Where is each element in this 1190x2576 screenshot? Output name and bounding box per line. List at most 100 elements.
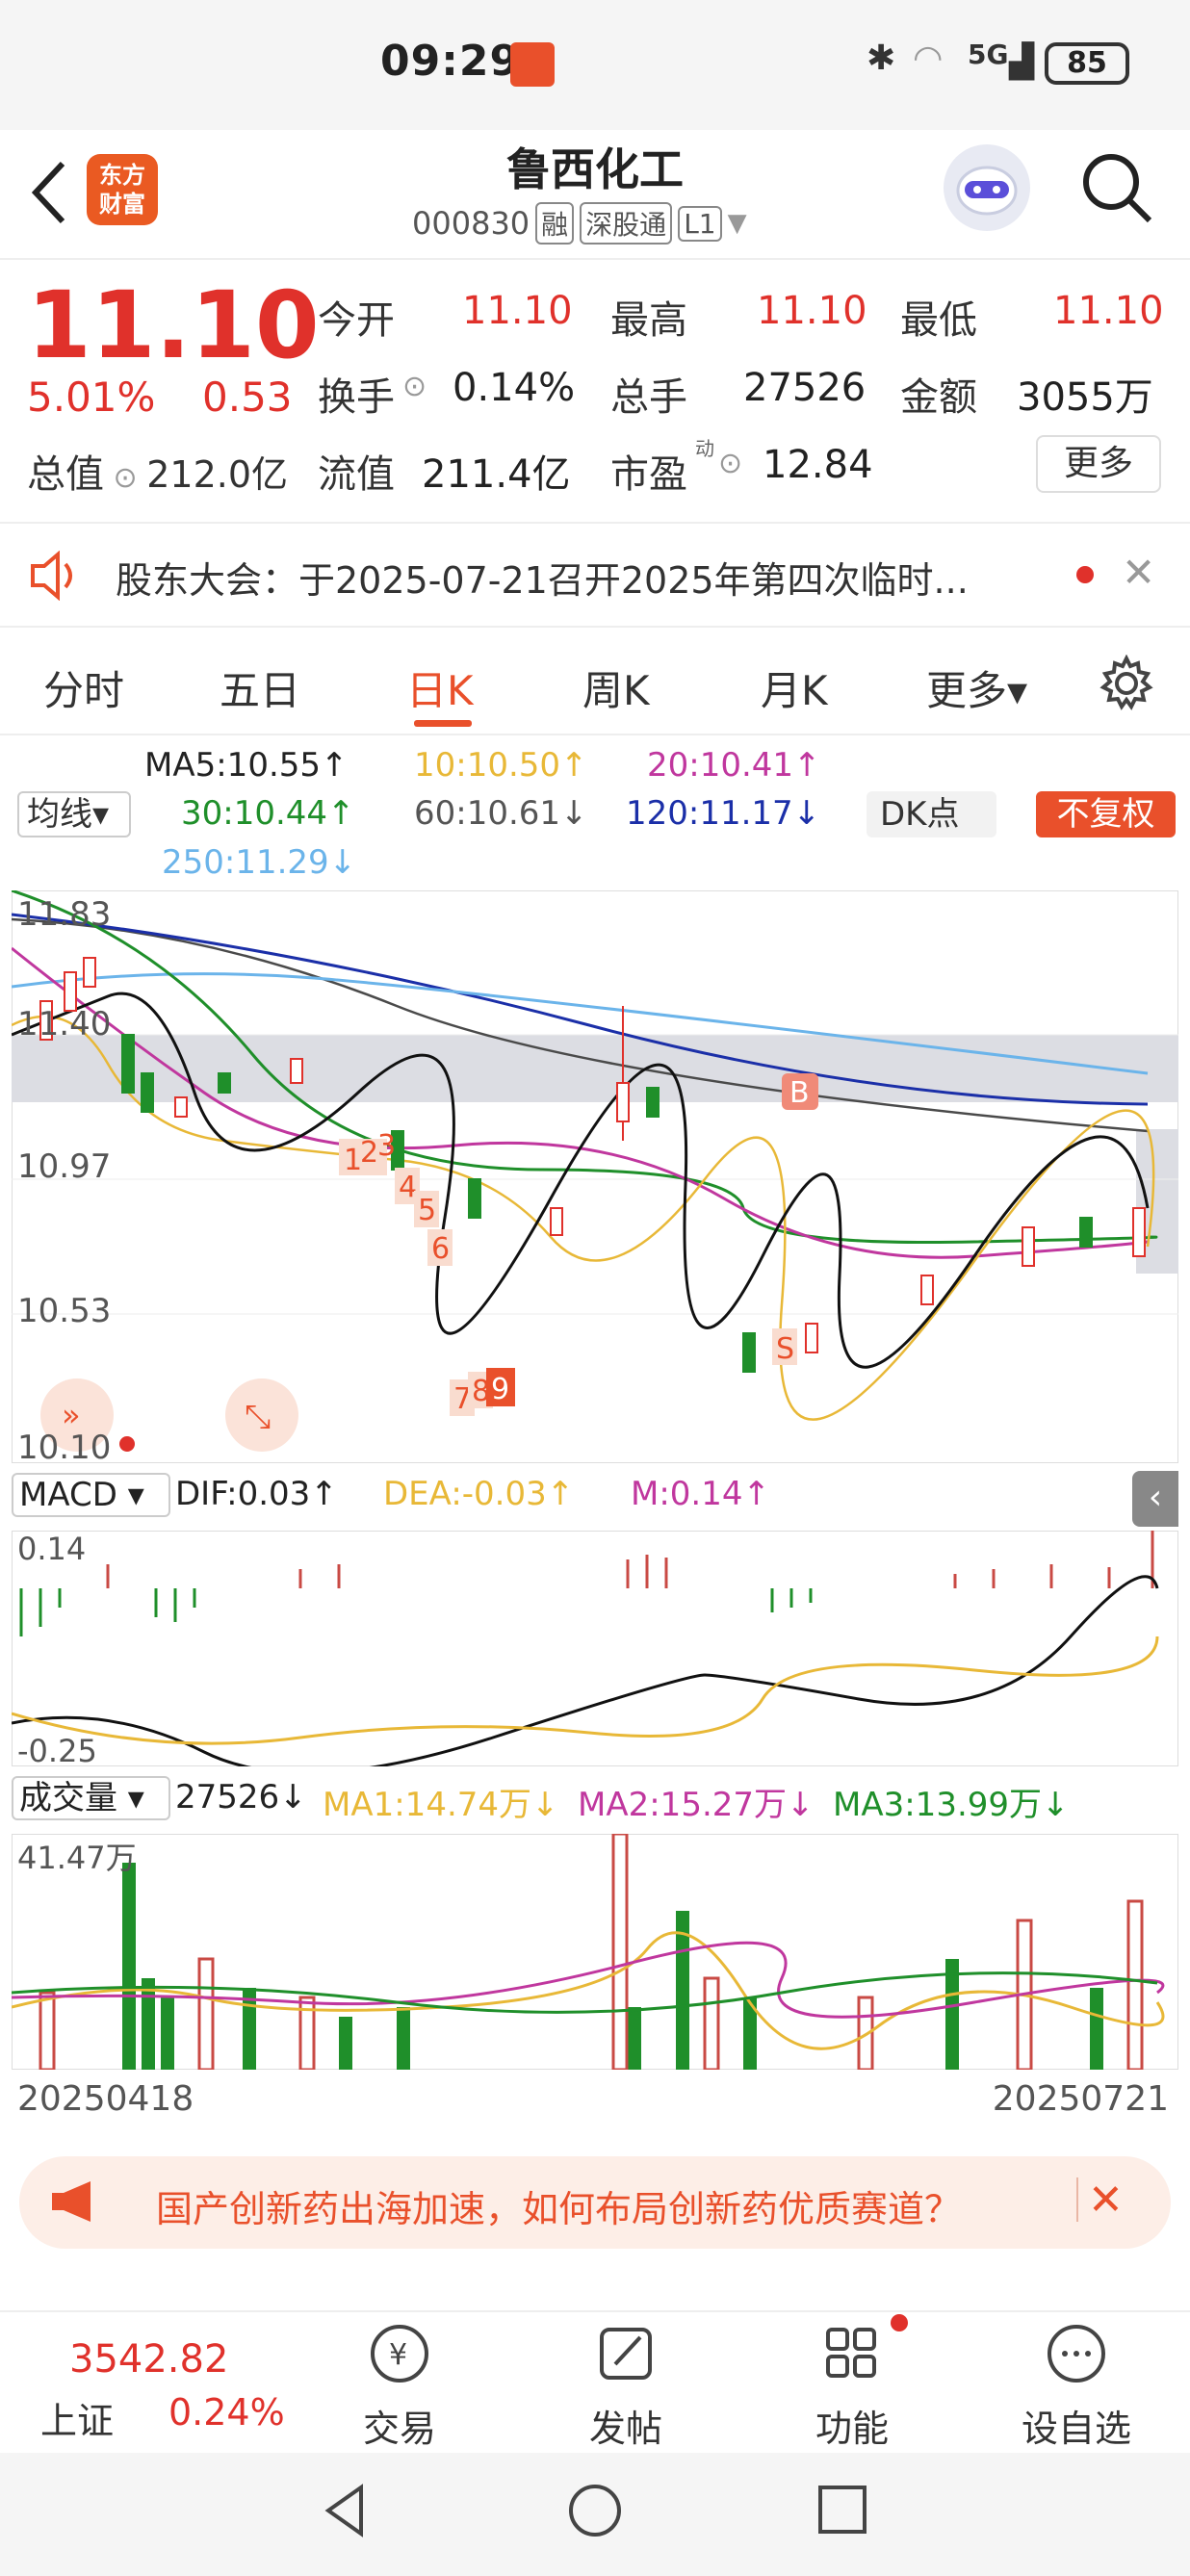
tab-monthly-k[interactable]: 月K	[761, 658, 828, 717]
wifi-icon: ◠	[913, 39, 944, 78]
date-end: 20250721	[992, 2079, 1169, 2119]
amount-label: 金额	[900, 375, 977, 420]
tab-weekly-k[interactable]: 周K	[582, 658, 650, 717]
tab-intraday[interactable]: 分时	[43, 658, 124, 717]
total-value-row: 总值 ⊙ 212.0亿	[27, 443, 288, 499]
clock: 09:29	[380, 37, 521, 86]
index-percent[interactable]: 0.24%	[168, 2391, 285, 2434]
assistant-robot-icon[interactable]	[944, 144, 1030, 231]
functions-badge	[891, 2314, 908, 2331]
nav-post[interactable]: 发帖	[558, 2320, 693, 2452]
promo-close-icon[interactable]: ✕	[1088, 2176, 1124, 2225]
ma5-value: MA5:10.55↑	[144, 746, 349, 785]
macd-dea: DEA:-0.03↑	[383, 1475, 575, 1513]
total-value: 212.0亿	[146, 453, 289, 496]
current-price: 11.10	[27, 271, 320, 379]
unread-dot	[1076, 566, 1094, 583]
volume-value: 27526↓	[175, 1778, 307, 1816]
volume-chart[interactable]: 41.47万	[12, 1834, 1178, 2070]
high-value: 11.10	[757, 289, 867, 333]
tab-more[interactable]: 更多▾	[926, 658, 1027, 717]
turnover-label: 换手	[318, 375, 395, 420]
macd-m: M:0.14↑	[631, 1475, 770, 1513]
marker-9: 9	[491, 1373, 509, 1406]
nav-functions-label: 功能	[815, 2408, 889, 2450]
y-label-1: 11.83	[17, 895, 111, 934]
dropdown-icon: ▼	[727, 209, 747, 238]
collapse-panel-button[interactable]: ‹	[1132, 1471, 1178, 1527]
tag-connect: 深股通	[580, 202, 673, 245]
promo-divider	[1076, 2177, 1078, 2222]
ma-selector[interactable]: 均线▾	[17, 791, 131, 837]
volume-label: 总手	[610, 375, 687, 420]
index-name[interactable]: 上证	[40, 2391, 114, 2444]
more-dots-icon	[1048, 2325, 1105, 2383]
tab-daily-k[interactable]: 日K	[406, 658, 474, 717]
notification-icon	[510, 42, 555, 87]
search-icon[interactable]	[1078, 149, 1155, 226]
speaker-icon	[31, 551, 72, 601]
nav-add-watchlist[interactable]: 设自选	[1009, 2320, 1144, 2452]
open-value: 11.10	[462, 289, 573, 333]
marker-5: 5	[418, 1194, 436, 1227]
pe-label: 市盈	[610, 452, 687, 497]
promo-text[interactable]: 国产创新药出海加速，如何布局创新药优质赛道？	[156, 2179, 961, 2232]
macd-dif: DIF:0.03↑	[175, 1475, 338, 1513]
tag-level: L1	[678, 205, 722, 242]
settings-gear-icon[interactable]	[1098, 655, 1155, 712]
system-back-icon[interactable]	[323, 2482, 371, 2539]
y-label-3: 10.97	[17, 1147, 111, 1186]
alert-dot	[119, 1436, 135, 1452]
dk-point-button[interactable]: DK点	[867, 791, 996, 837]
info-icon[interactable]: ⊙	[104, 461, 146, 495]
trade-icon: ¥	[371, 2325, 428, 2383]
turnover-info-icon[interactable]: ⊙	[402, 370, 427, 403]
date-start: 20250418	[17, 2079, 194, 2119]
y-label-4: 10.53	[17, 1292, 111, 1330]
bluetooth-icon: ✱	[867, 39, 896, 78]
change-percent: 5.01%	[27, 374, 156, 421]
pe-superscript: 动	[695, 437, 714, 460]
svg-text:¥: ¥	[389, 2338, 407, 2372]
nav-add-watchlist-label: 设自选	[1021, 2408, 1131, 2450]
more-button[interactable]: 更多	[1036, 435, 1161, 493]
volume-ma3: MA3:13.99万↓	[833, 1786, 1070, 1824]
battery-icon: 85	[1045, 42, 1129, 85]
system-home-icon[interactable]	[566, 2482, 624, 2539]
edit-icon	[600, 2328, 652, 2380]
change-amount: 0.53	[202, 374, 293, 421]
marker-6: 6	[431, 1232, 450, 1266]
float-label: 流值	[318, 452, 395, 497]
system-recent-icon[interactable]	[816, 2484, 868, 2536]
open-label: 今开	[318, 298, 395, 343]
nav-trade[interactable]: ¥ 交易	[332, 2320, 467, 2452]
notice-text[interactable]: 股东大会：于2025-07-21召开2025年第四次临时...	[116, 551, 969, 604]
tab-five-day[interactable]: 五日	[220, 658, 300, 717]
pe-info-icon[interactable]: ⊙	[718, 447, 742, 480]
macd-chart[interactable]: 0.14 -0.25	[12, 1531, 1178, 1766]
volume-selector[interactable]: 成交量 ▾	[12, 1776, 170, 1820]
candlestick-chart[interactable]: 1 2 3 4 5 6 7 8 9 S B » ⤡ 11.83 11.40 10…	[12, 890, 1178, 1463]
total-value-label: 总值	[27, 452, 104, 497]
system-nav-bar	[0, 2453, 1190, 2576]
tag-margin: 融	[535, 202, 575, 245]
macd-selector[interactable]: MACD ▾	[12, 1473, 170, 1517]
marker-3: 3	[377, 1129, 396, 1163]
no-adjust-button[interactable]: 不复权	[1036, 791, 1176, 837]
marker-b: B	[789, 1076, 810, 1110]
nav-functions[interactable]: 功能	[785, 2320, 919, 2452]
y-label-2: 11.40	[17, 1005, 111, 1043]
volume-value: 27526	[743, 366, 867, 410]
y-label-5: 10.10	[17, 1429, 111, 1463]
low-label: 最低	[900, 298, 977, 343]
status-bar: 09:29 ✱ ◠ 5G ▟ 85	[0, 0, 1190, 130]
volume-ma1: MA1:14.74万↓	[323, 1786, 559, 1824]
stock-code-row[interactable]: 000830 融 深股通 L1 ▼	[412, 202, 747, 245]
marker-2: 2	[360, 1136, 378, 1170]
index-value[interactable]: 3542.82	[69, 2337, 228, 2382]
nav-post-label: 发帖	[588, 2408, 662, 2450]
active-tab-indicator	[414, 720, 472, 727]
network-label: 5G	[968, 39, 1009, 70]
pe-value: 12.84	[763, 443, 873, 487]
close-icon[interactable]: ✕	[1122, 549, 1155, 596]
